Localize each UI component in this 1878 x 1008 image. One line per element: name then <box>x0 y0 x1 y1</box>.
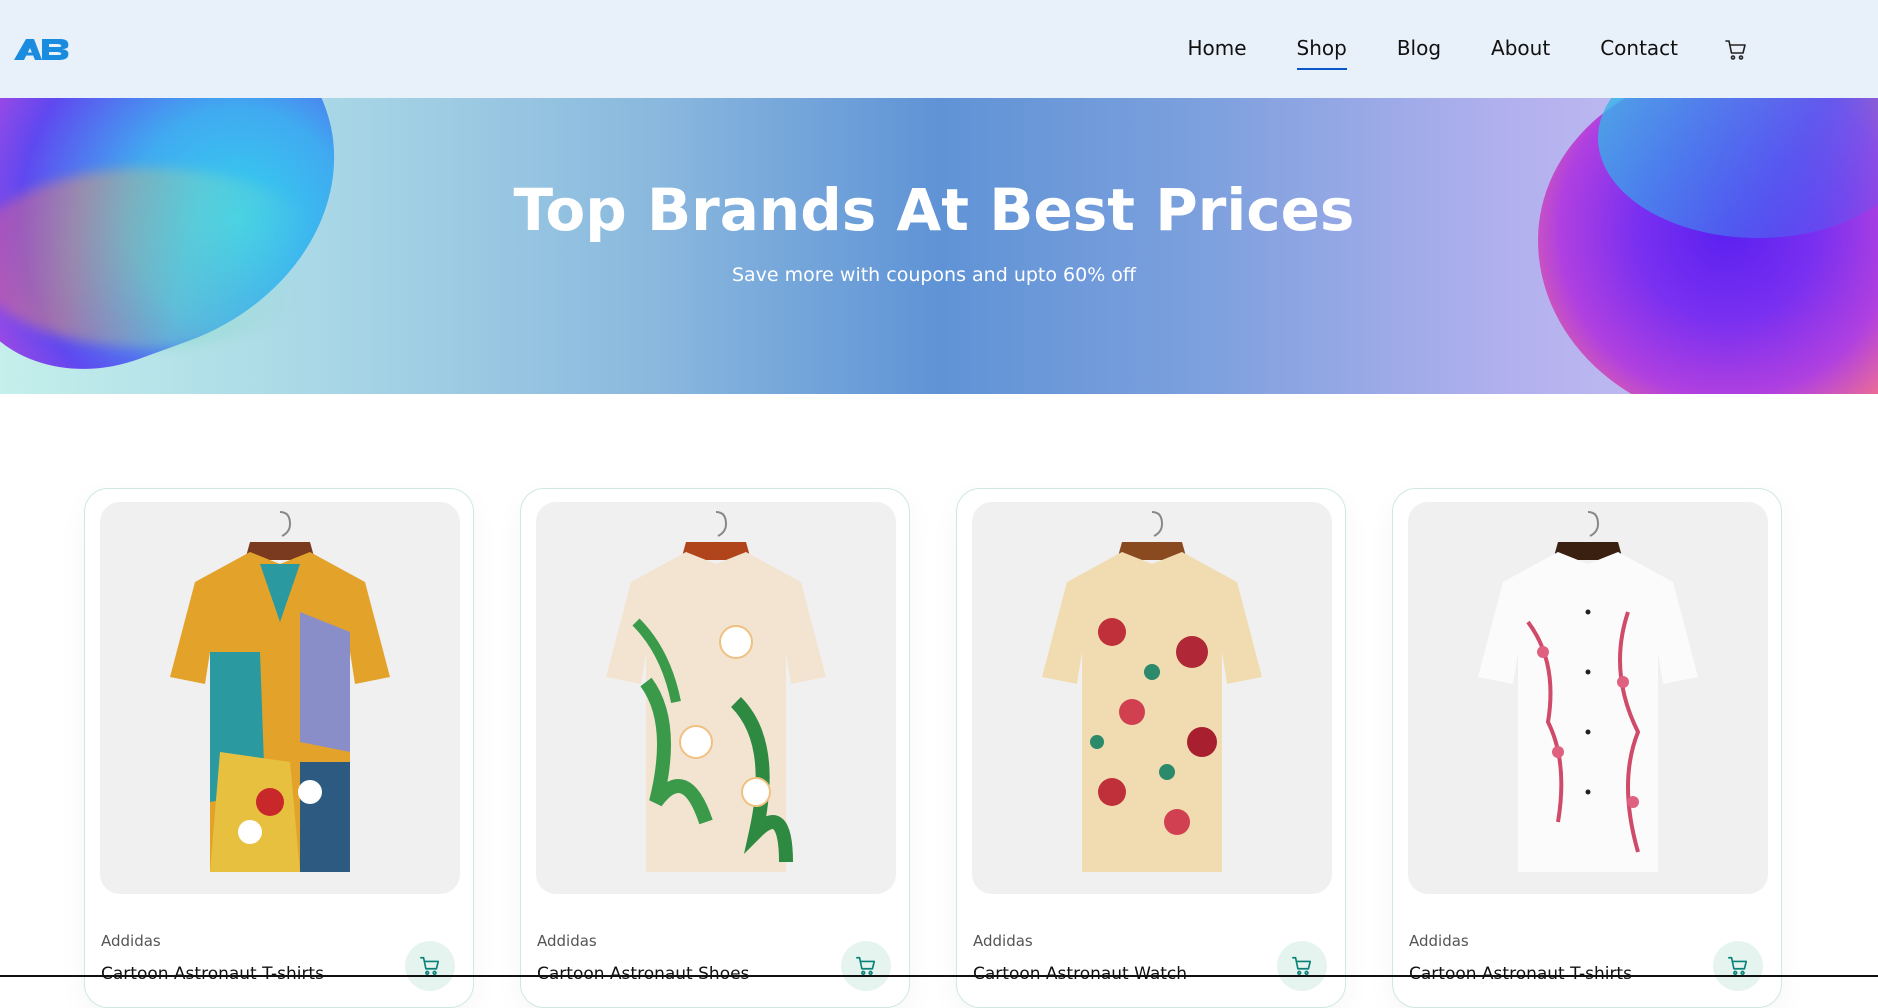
site-header: Home Shop Blog About Contact <box>0 0 1878 98</box>
product-image-green-floral-shirt[interactable] <box>536 502 896 894</box>
product-card[interactable]: Addidas Cartoon Astronaut Watch <box>956 488 1346 1008</box>
hero-subtitle: Save more with coupons and upto 60% off <box>731 264 1137 286</box>
nav-about[interactable]: About <box>1491 36 1550 62</box>
product-brand: Addidas <box>101 932 161 950</box>
product-image-red-floral-shirt[interactable] <box>972 502 1332 894</box>
cart-icon <box>856 956 876 976</box>
product-card[interactable]: Addidas Cartoon Astronaut T-shirts <box>1392 488 1782 1008</box>
product-name[interactable]: Cartoon Astronaut Watch <box>973 964 1187 984</box>
product-brand: Addidas <box>537 932 597 950</box>
cart-icon[interactable] <box>1724 38 1748 62</box>
hero-title: Top Brands At Best Prices <box>513 176 1355 244</box>
product-name[interactable]: Cartoon Astronaut T-shirts <box>101 964 324 984</box>
product-brand: Addidas <box>973 932 1033 950</box>
nav-contact[interactable]: Contact <box>1600 36 1678 62</box>
brand-logo[interactable] <box>12 36 72 62</box>
nav-blog[interactable]: Blog <box>1397 36 1441 62</box>
product-brand: Addidas <box>1409 932 1469 950</box>
main-nav: Home Shop Blog About Contact <box>1187 0 1678 98</box>
product-card[interactable]: Addidas Cartoon Astronaut Shoes <box>520 488 910 1008</box>
cart-icon <box>1292 956 1312 976</box>
add-to-cart-button[interactable] <box>841 941 891 991</box>
nav-home[interactable]: Home <box>1187 36 1246 62</box>
cart-icon <box>1728 956 1748 976</box>
cart-icon <box>420 956 440 976</box>
nav-shop[interactable]: Shop <box>1296 36 1348 70</box>
add-to-cart-button[interactable] <box>1713 941 1763 991</box>
product-image-multicolor-shirt[interactable] <box>100 502 460 894</box>
product-card[interactable]: Addidas Cartoon Astronaut T-shirts <box>84 488 474 1008</box>
add-to-cart-button[interactable] <box>1277 941 1327 991</box>
product-image-white-pink-shirt[interactable] <box>1408 502 1768 894</box>
product-name[interactable]: Cartoon Astronaut Shoes <box>537 964 749 984</box>
add-to-cart-button[interactable] <box>405 941 455 991</box>
hero-banner: Top Brands At Best Prices Save more with… <box>0 98 1878 394</box>
product-name[interactable]: Cartoon Astronaut T-shirts <box>1409 964 1632 984</box>
product-grid: Addidas Cartoon Astronaut T-shirts Addid… <box>84 488 1782 1008</box>
